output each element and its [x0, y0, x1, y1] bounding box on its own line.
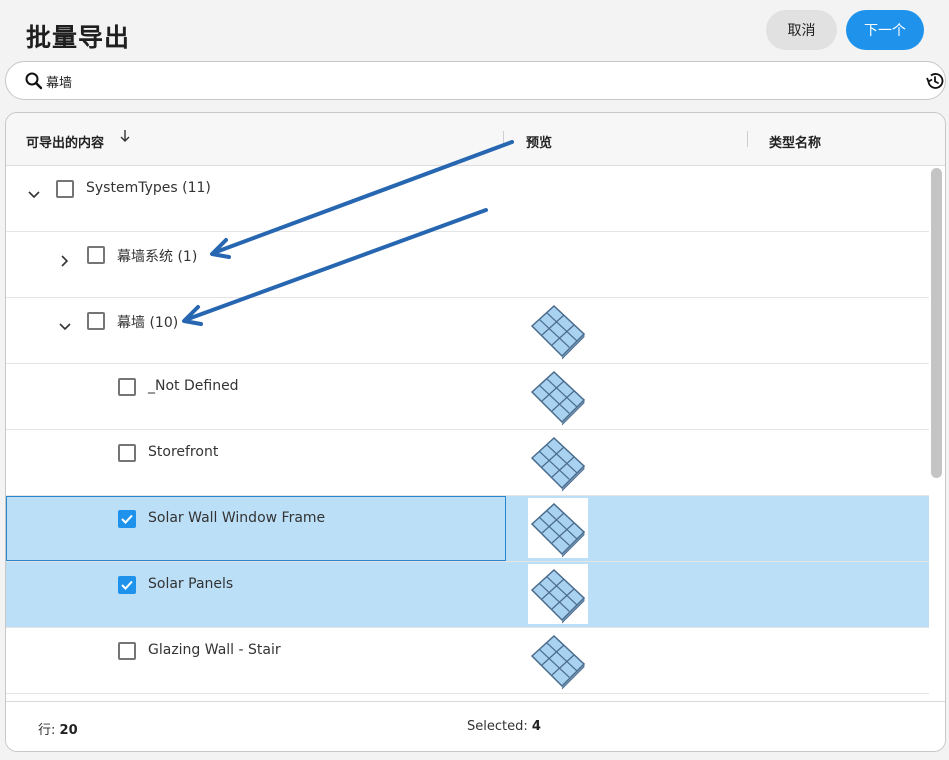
search-bar: [5, 61, 946, 100]
column-header-content[interactable]: 可导出的内容: [26, 132, 104, 151]
selected-count: Selected: 4: [467, 719, 541, 734]
row-checkbox[interactable]: [118, 510, 136, 528]
row-label: Solar Wall Window Frame: [148, 510, 326, 526]
curtain-wall-preview-icon: [528, 300, 588, 360]
row-label: Solar Panels: [148, 576, 234, 592]
sort-down-arrow-icon[interactable]: [118, 127, 132, 145]
row-label: Storefront: [148, 444, 219, 460]
selected-count-value: 4: [531, 719, 541, 734]
selected-count-label: Selected:: [467, 719, 528, 734]
search-input[interactable]: [46, 70, 906, 92]
table-header: 可导出的内容 预览 类型名称: [6, 113, 945, 166]
vertical-scrollbar[interactable]: [931, 168, 942, 478]
page-title: 批量导出: [26, 23, 131, 52]
row-label: 幕墙 (10): [117, 315, 179, 331]
row-checkbox[interactable]: [118, 576, 136, 594]
curtain-wall-preview-icon: [528, 432, 588, 492]
chevron-right-icon[interactable]: [56, 252, 74, 270]
row-checkbox[interactable]: [87, 312, 105, 330]
table-row[interactable]: 幕墙 (10): [6, 298, 929, 364]
table-row[interactable]: Storefront: [6, 430, 929, 496]
search-icon: [24, 71, 44, 91]
curtain-wall-preview-icon: [528, 564, 588, 624]
curtain-wall-preview-icon: [528, 366, 588, 426]
row-checkbox[interactable]: [87, 246, 105, 264]
history-icon[interactable]: [924, 70, 946, 92]
chevron-down-icon[interactable]: [56, 318, 74, 336]
curtain-wall-preview-icon: [528, 630, 588, 690]
table-footer: 行: 20 Selected: 4: [6, 701, 945, 751]
export-table: 可导出的内容 预览 类型名称 SystemTypes (11) 幕墙系统 (1)…: [5, 112, 946, 752]
row-count-label: 行:: [38, 723, 56, 738]
row-checkbox[interactable]: [118, 378, 136, 396]
table-row[interactable]: Glazing Wall - Stair: [6, 628, 929, 694]
row-focus-outline: [6, 496, 506, 561]
curtain-wall-preview-icon: [528, 498, 588, 558]
table-row[interactable]: _Not Defined: [6, 364, 929, 430]
row-checkbox[interactable]: [118, 642, 136, 660]
column-divider[interactable]: [503, 131, 504, 147]
next-button[interactable]: 下一个: [846, 10, 924, 50]
row-label: SystemTypes (11): [86, 180, 211, 196]
row-label: 幕墙系统 (1): [117, 249, 198, 265]
row-label: Glazing Wall - Stair: [148, 642, 281, 658]
table-body: SystemTypes (11) 幕墙系统 (1) 幕墙 (10) _Not D…: [6, 166, 929, 703]
row-label: _Not Defined: [148, 378, 239, 394]
table-row[interactable]: 幕墙系统 (1): [6, 232, 929, 298]
column-header-type-name[interactable]: 类型名称: [769, 132, 821, 151]
column-header-preview[interactable]: 预览: [526, 132, 552, 151]
row-count: 行: 20: [38, 719, 78, 738]
table-row[interactable]: Solar Wall Window Frame: [6, 496, 929, 562]
cancel-button[interactable]: 取消: [766, 10, 837, 50]
table-row[interactable]: SystemTypes (11): [6, 166, 929, 232]
chevron-down-icon[interactable]: [25, 186, 43, 204]
column-divider[interactable]: [747, 131, 748, 147]
table-row[interactable]: Solar Panels: [6, 562, 929, 628]
row-count-value: 20: [59, 723, 78, 738]
row-checkbox[interactable]: [118, 444, 136, 462]
row-checkbox[interactable]: [56, 180, 74, 198]
